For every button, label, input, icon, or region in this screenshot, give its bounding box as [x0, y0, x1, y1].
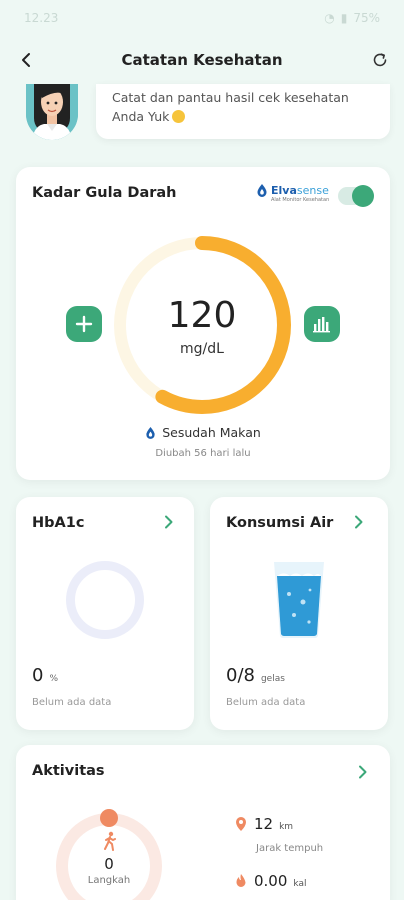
steps-progress-dot — [100, 809, 118, 827]
hba1c-unit: % — [49, 674, 59, 684]
page-title: Catatan Kesehatan — [121, 51, 283, 69]
status-time: 12.23 — [24, 11, 59, 25]
water-title: Konsumsi Air — [226, 515, 334, 531]
toggle-knob — [352, 185, 374, 207]
plus-icon — [75, 315, 93, 333]
location-pin-icon — [234, 816, 248, 832]
greeting-bubble: Catat dan pantau hasil cek kesehatan And… — [96, 84, 390, 139]
water-glass-icon — [274, 562, 324, 638]
bar-chart-icon — [313, 317, 330, 333]
steps-count: 0 — [104, 855, 114, 873]
brand-name-suffix: sense — [296, 183, 329, 197]
water-card[interactable]: Konsumsi Air 0/8 gelas Belum ada data — [210, 497, 388, 730]
water-note: Belum ada data — [226, 697, 306, 708]
drop-logo-icon — [257, 184, 267, 197]
calories-row: 0.00 kal — [234, 872, 306, 890]
calories-unit: kal — [293, 879, 307, 889]
chevron-right-icon — [359, 765, 367, 779]
chevron-right-icon — [165, 515, 173, 529]
blood-sugar-title: Kadar Gula Darah — [32, 185, 177, 201]
activity-card[interactable]: Aktivitas 0 Langkah 12 km Jarak tempuh 0… — [16, 745, 390, 900]
blood-sugar-unit: mg/dL — [180, 341, 224, 357]
flame-icon — [234, 873, 248, 889]
meal-status-label: Sesudah Makan — [162, 425, 261, 440]
avatar — [26, 84, 78, 140]
signal-icon: ▮ — [340, 11, 348, 25]
hba1c-ring — [66, 561, 144, 639]
blood-sugar-card[interactable]: Kadar Gula Darah Elvasense Alat Monitor … — [16, 167, 390, 480]
blood-sugar-value: 120 — [167, 295, 237, 336]
steps-label: Langkah — [87, 875, 131, 886]
chevron-right-icon — [355, 515, 363, 529]
app-header: Catatan Kesehatan — [0, 40, 404, 80]
distance-label: Jarak tempuh — [256, 843, 324, 854]
activity-open-button[interactable] — [354, 763, 372, 781]
greeting-text: Catat dan pantau hasil cek kesehatan And… — [112, 90, 349, 124]
elvasense-logo: Elvasense Alat Monitor Kesehatan — [256, 183, 329, 203]
device-toggle[interactable] — [338, 185, 374, 207]
distance-value: 12 — [254, 815, 274, 833]
hba1c-card[interactable]: HbA1c 0 % Belum ada data — [16, 497, 194, 730]
hba1c-note: Belum ada data — [32, 697, 112, 708]
brand-tagline: Alat Monitor Kesehatan — [271, 197, 330, 203]
brand-name: Elva — [271, 183, 297, 197]
add-reading-button[interactable] — [66, 306, 102, 342]
blood-sugar-gauge: 120 mg/dL — [110, 233, 294, 417]
hba1c-title: HbA1c — [32, 515, 85, 531]
calories-value: 0.00 — [254, 872, 288, 890]
back-arrow-icon — [22, 53, 30, 67]
refresh-icon — [373, 53, 387, 67]
wifi-icon: ◔ — [324, 11, 335, 25]
drop-icon — [146, 427, 155, 439]
view-chart-button[interactable] — [304, 306, 340, 342]
walking-icon — [104, 831, 116, 851]
water-open-button[interactable] — [350, 513, 368, 531]
water-value: 0/8 — [226, 665, 255, 686]
status-battery: 75% — [353, 11, 380, 25]
last-updated: Diubah 56 hari lalu — [155, 448, 251, 459]
woman-avatar-icon — [26, 84, 78, 140]
meal-status: Sesudah Makan — [16, 425, 390, 440]
hba1c-open-button[interactable] — [160, 513, 178, 531]
back-button[interactable] — [14, 48, 38, 72]
water-unit: gelas — [260, 674, 285, 684]
status-bar: 12.23 ◔ ▮ 75% — [0, 0, 404, 36]
activity-title: Aktivitas — [32, 763, 105, 779]
refresh-button[interactable] — [368, 48, 392, 72]
hba1c-value: 0 — [32, 665, 44, 686]
smile-emoji-icon — [172, 110, 186, 123]
distance-row: 12 km — [234, 815, 293, 833]
distance-unit: km — [279, 822, 294, 832]
